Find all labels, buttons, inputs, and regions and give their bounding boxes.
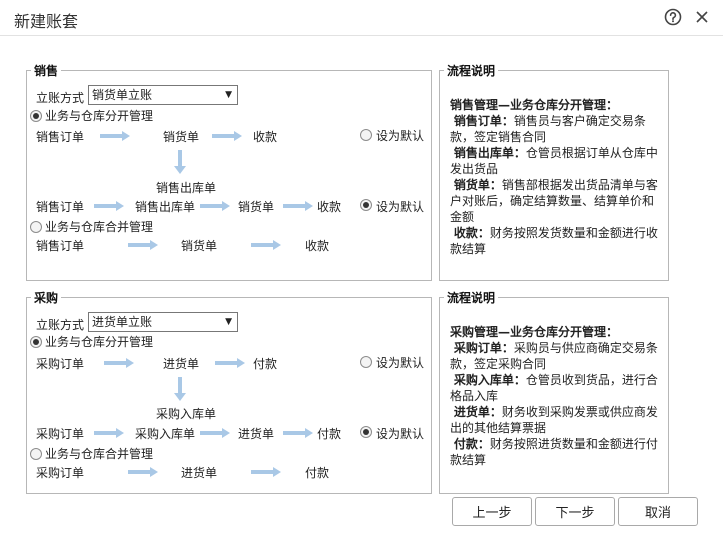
arrow-right-icon: [128, 240, 158, 250]
purchase-flow3-step: 采购订单: [36, 466, 85, 480]
window-title: 新建账套: [14, 12, 79, 31]
chevron-down-icon: ▼: [225, 317, 232, 327]
purchase-desc-body: 采购管理—业务仓库分开管理： 采购订单：采购员与供应商确定交易条款，签定采购合同…: [450, 324, 664, 468]
arrow-right-icon: [215, 358, 245, 368]
cancel-button[interactable]: 取消: [618, 497, 698, 526]
desc-term: 付款：: [453, 437, 490, 451]
arrow-right-icon: [100, 131, 130, 141]
sales-desc-group: 流程说明 销售管理—业务仓库分开管理： 销售订单：销售员与客户确定交易条款，签定…: [439, 62, 669, 281]
sales-flow3-step: 销货单: [181, 239, 218, 253]
sales-outbound-default-label: 设为默认: [376, 200, 425, 214]
sales-method-select[interactable]: 销货单立账 ▼: [88, 85, 238, 105]
purchase-flow2-step: 付款: [317, 427, 342, 441]
purchase-inbound-default-label: 设为默认: [376, 427, 425, 441]
arrow-right-icon: [283, 201, 313, 211]
arrow-down-icon: [174, 377, 186, 401]
purchase-flow2-step: 采购订单: [36, 427, 85, 441]
arrow-right-icon: [94, 201, 124, 211]
sales-mode-merge-label: 业务与仓库合并管理: [45, 220, 154, 234]
purchase-desc-item: 采购订单：采购员与供应商确定交易条款，签定采购合同: [450, 340, 664, 372]
arrow-right-icon: [200, 201, 230, 211]
desc-term: 销售订单：: [453, 114, 514, 128]
purchase-desc-group: 流程说明 采购管理—业务仓库分开管理： 采购订单：采购员与供应商确定交易条款，签…: [439, 289, 669, 494]
arrow-right-icon: [251, 467, 281, 477]
sales-flow2-step: 销售出库单: [135, 200, 196, 214]
sales-method-value: 销货单立账: [92, 88, 153, 102]
chevron-down-icon: ▼: [225, 90, 232, 100]
sales-outbound-default-radio[interactable]: [360, 199, 372, 211]
sales-flow3-step: 收款: [305, 239, 330, 253]
purchase-flow1-step: 付款: [253, 357, 278, 371]
purchase-split-default-label: 设为默认: [376, 356, 425, 370]
purchase-desc-heading: 采购管理—业务仓库分开管理：: [450, 325, 619, 339]
desc-term: 采购订单：: [453, 341, 514, 355]
sales-flow1-step: 销货单: [163, 130, 200, 144]
purchase-mode-merge-label: 业务与仓库合并管理: [45, 447, 154, 461]
purchase-flow1-step: 采购订单: [36, 357, 85, 371]
sales-method-label: 立账方式: [36, 91, 85, 105]
sales-flow3-step: 销售订单: [36, 239, 85, 253]
arrow-right-icon: [200, 428, 230, 438]
desc-term: 收款：: [453, 226, 490, 240]
sales-mode-split-label: 业务与仓库分开管理: [45, 109, 154, 123]
sales-desc-item: 收款：财务按照发货数量和金额进行收款结算: [450, 225, 664, 257]
sales-flow2-step: 销售订单: [36, 200, 85, 214]
arrow-right-icon: [128, 467, 158, 477]
sales-flow1-step: 销售订单: [36, 130, 85, 144]
sales-desc-item: 销货单：销售部根据发出货品清单与客户对账后，确定结算数量、结算单价和金额: [450, 177, 664, 225]
arrow-down-icon: [174, 150, 186, 174]
close-icon[interactable]: [693, 8, 711, 26]
sales-mode-merge-radio[interactable]: [30, 221, 42, 233]
purchase-method-label: 立账方式: [36, 318, 85, 332]
purchase-mode-split-radio[interactable]: [30, 336, 42, 348]
next-button[interactable]: 下一步: [535, 497, 615, 526]
purchase-flow1-step: 进货单: [163, 357, 200, 371]
purchase-split-default-radio[interactable]: [360, 356, 372, 368]
purchase-inbound-label: 采购入库单: [156, 407, 217, 421]
desc-term: 销货单：: [453, 178, 502, 192]
title-bar: 新建账套: [0, 0, 723, 36]
sales-flow2-step: 收款: [317, 200, 342, 214]
arrow-right-icon: [212, 131, 242, 141]
purchase-inbound-default-radio[interactable]: [360, 426, 372, 438]
sales-mode-split-radio[interactable]: [30, 110, 42, 122]
sales-legend: 销售: [34, 64, 59, 78]
arrow-right-icon: [283, 428, 313, 438]
sales-desc-heading: 销售管理—业务仓库分开管理：: [450, 98, 619, 112]
purchase-mode-split-label: 业务与仓库分开管理: [45, 335, 154, 349]
arrow-right-icon: [94, 428, 124, 438]
arrow-right-icon: [251, 240, 281, 250]
purchase-flow2-step: 采购入库单: [135, 427, 196, 441]
sales-desc-item: 销售订单：销售员与客户确定交易条款，签定销售合同: [450, 113, 664, 145]
help-icon[interactable]: [664, 8, 682, 26]
sales-desc-legend: 流程说明: [447, 64, 496, 78]
purchase-mode-merge-radio[interactable]: [30, 448, 42, 460]
sales-desc-body: 销售管理—业务仓库分开管理： 销售订单：销售员与客户确定交易条款，签定销售合同 …: [450, 97, 664, 257]
purchase-method-select[interactable]: 进货单立账 ▼: [88, 312, 238, 332]
sales-flow2-step: 销货单: [238, 200, 275, 214]
sales-flow1-step: 收款: [253, 130, 278, 144]
purchase-flow2-step: 进货单: [238, 427, 275, 441]
prev-button[interactable]: 上一步: [452, 497, 532, 526]
purchase-desc-item: 采购入库单：仓管员收到货品，进行合格品入库: [450, 372, 664, 404]
purchase-desc-legend: 流程说明: [447, 291, 496, 305]
sales-split-default-radio[interactable]: [360, 129, 372, 141]
sales-outbound-label: 销售出库单: [156, 181, 217, 195]
purchase-flow3-step: 进货单: [181, 466, 218, 480]
sales-split-default-label: 设为默认: [376, 129, 425, 143]
purchase-desc-item: 进货单：财务收到采购发票或供应商发出的其他结算票据: [450, 404, 664, 436]
sales-desc-item: 销售出库单：仓管员根据订单从仓库中发出货品: [450, 145, 664, 177]
desc-term: 进货单：: [453, 405, 502, 419]
desc-term: 采购入库单：: [453, 373, 526, 387]
purchase-flow3-step: 付款: [305, 466, 330, 480]
purchase-legend: 采购: [34, 291, 59, 305]
arrow-right-icon: [104, 358, 134, 368]
desc-term: 销售出库单：: [453, 146, 526, 160]
purchase-desc-item: 付款：财务按照进货数量和金额进行付款结算: [450, 436, 664, 468]
purchase-method-value: 进货单立账: [92, 315, 153, 329]
